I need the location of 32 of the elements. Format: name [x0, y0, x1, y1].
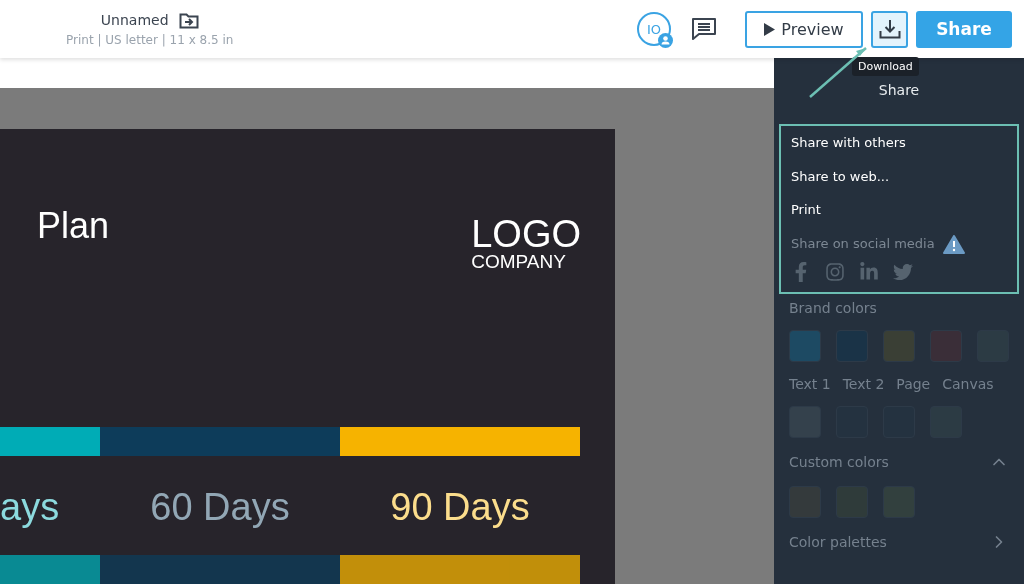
warning-icon — [942, 234, 965, 254]
play-icon — [764, 22, 776, 36]
instagram-icon[interactable] — [825, 261, 845, 282]
menu-item[interactable]: Print — [791, 201, 1007, 235]
section-title: Color palettes — [789, 533, 887, 550]
section-title: Brand colors — [789, 299, 878, 316]
comment-button[interactable] — [691, 17, 717, 41]
color-swatch[interactable] — [789, 329, 821, 362]
phase-label: 90 Days — [389, 486, 531, 529]
menu-item[interactable]: Share with others — [791, 134, 1007, 168]
document-heading: Plan — [37, 205, 110, 248]
company-text: COMPANY — [471, 251, 567, 273]
menu-item[interactable]: Share to web... — [791, 167, 1007, 201]
document-format: Print | US letter | 11 x 8.5 in — [66, 32, 234, 47]
download-icon — [878, 19, 901, 39]
download-tooltip: Download — [852, 57, 919, 76]
download-button[interactable] — [871, 10, 908, 48]
linkedin-icon[interactable] — [859, 261, 879, 282]
section-title: Custom colors — [789, 453, 889, 470]
person-icon — [658, 33, 673, 48]
folder-icon[interactable] — [178, 11, 199, 29]
color-role-label: Text 1 — [789, 375, 831, 392]
color-role-label: Page — [896, 375, 931, 392]
logo-text: LOGO — [471, 217, 581, 251]
color-role-label: Canvas — [942, 375, 994, 392]
phase-label: ays — [0, 486, 61, 529]
document-title: Unnamed — [100, 12, 169, 28]
phase-label: 60 Days — [149, 486, 291, 529]
color-role-label: Text 2 — [842, 375, 885, 392]
preview-button[interactable]: Preview — [745, 10, 863, 48]
panel-title: Share — [877, 82, 921, 98]
twitter-icon[interactable] — [893, 261, 913, 282]
